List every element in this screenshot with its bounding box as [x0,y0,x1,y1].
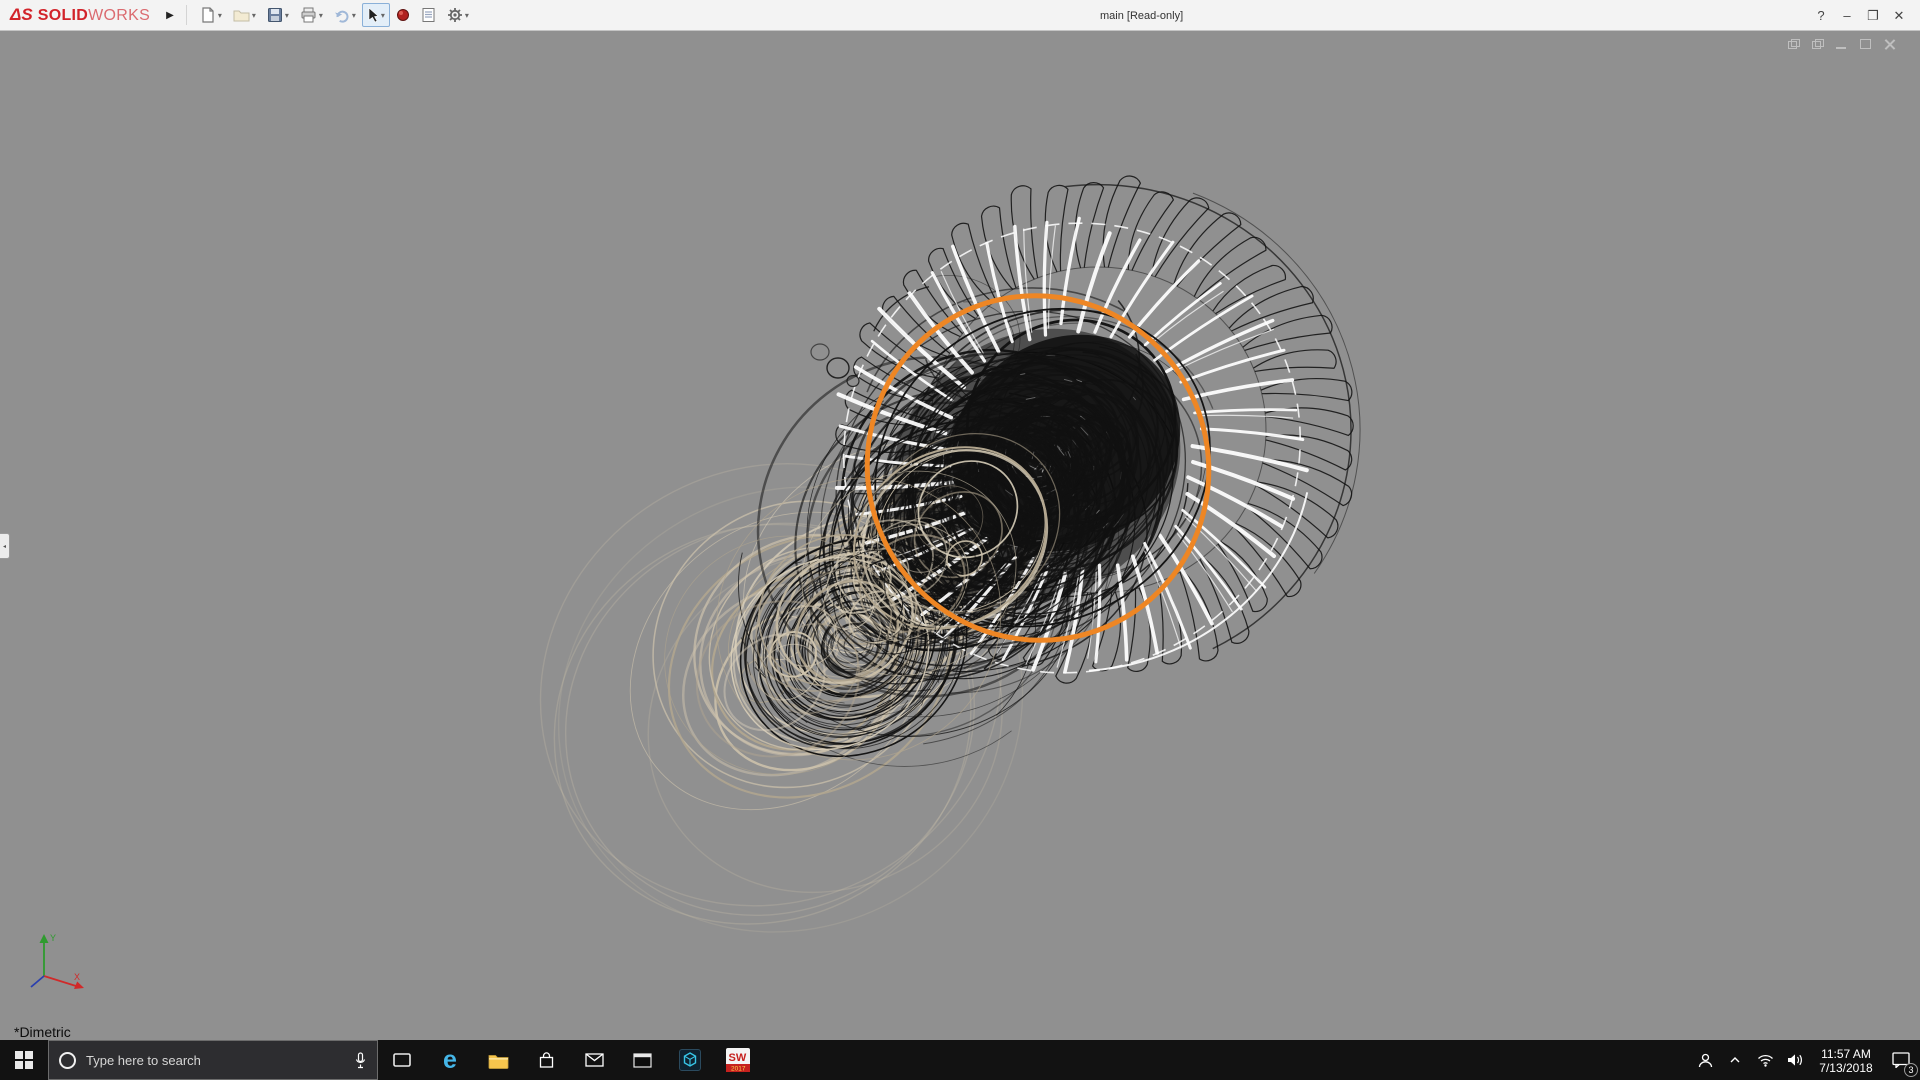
red-sphere-icon [396,9,409,21]
command-prompt-button[interactable] [618,1040,666,1080]
mail-button[interactable] [570,1040,618,1080]
store-icon [539,1051,553,1068]
wifi-icon [1757,1054,1773,1067]
clock-time: 11:57 AM [1821,1046,1871,1061]
taskbar-search[interactable]: Type here to search [48,1040,378,1080]
window-controls: ? – ❐ ✕ [1808,0,1912,31]
cortana-icon [59,1051,76,1069]
print-button[interactable]: ▾ [295,3,328,27]
select-tool-button[interactable]: ▾ [361,3,390,27]
turbine-model-wireframe[interactable] [0,31,1920,1040]
edge-icon: e [443,1045,457,1074]
x-axis-label: X [74,972,80,982]
clock-date: 7/13/2018 [1819,1060,1873,1075]
solidworks-app-icon: SW 2017 [726,1048,750,1072]
solidworks-logo: ΔS SOLIDWORKS [0,5,158,25]
y-axis-label: Y [50,933,56,943]
task-view-icon [393,1053,411,1067]
chevron-up-icon [1730,1057,1740,1063]
svg-text:SW: SW [729,1052,747,1064]
people-icon [1698,1053,1712,1067]
edrawings-3d-icon [679,1049,701,1071]
restore-button[interactable]: ❐ [1860,8,1886,24]
tray-overflow-button[interactable] [1720,1040,1750,1080]
notification-badge: 3 [1904,1063,1918,1077]
people-button[interactable] [1690,1040,1720,1080]
solidworks-window: ΔS SOLIDWORKS ▶ ▾ ▾ ▾ ▾ ▾ ▾ ▾ main [Read… [0,0,1920,1080]
graphics-viewport[interactable]: ◂ Y X *Dimetric [0,31,1920,1040]
options-button[interactable]: ▾ [442,3,474,27]
report-button[interactable] [416,3,441,27]
edrawings-button[interactable] [666,1040,714,1080]
minimize-button[interactable]: – [1834,8,1860,23]
microphone-icon[interactable] [354,1051,367,1069]
select-tool-dropdown[interactable]: ▾ [381,11,385,20]
start-button[interactable] [0,1040,48,1080]
command-prompt-icon [632,1052,652,1068]
report-icon [422,8,435,22]
taskbar-clock[interactable]: 11:57 AM 7/13/2018 [1810,1046,1882,1075]
file-explorer-icon [488,1054,508,1069]
help-button[interactable]: ? [1808,8,1834,23]
z-axis [30,975,45,988]
undo-dropdown[interactable]: ▾ [352,11,356,20]
speaker-icon [1787,1054,1802,1066]
main-toolbar: ▾ ▾ ▾ ▾ ▾ ▾ ▾ [195,3,474,27]
new-document-icon [202,7,214,23]
toolbar-flyout-arrow[interactable]: ▶ [158,10,182,21]
mail-icon [584,1053,604,1067]
toolbar-separator [185,5,187,25]
print-icon [301,7,316,23]
select-arrow-icon [368,7,379,23]
windows-logo-icon [15,1051,33,1069]
system-tray: 11:57 AM 7/13/2018 3 [1690,1040,1920,1080]
open-button[interactable]: ▾ [228,3,261,27]
doc-maximize-icon[interactable] [1860,39,1872,50]
save-icon [267,8,282,22]
view-orientation-label: *Dimetric [14,1024,71,1040]
edge-browser-button[interactable]: e [426,1040,474,1080]
doc-restore-icon[interactable] [1788,39,1800,50]
orientation-triad: Y X [30,933,84,989]
new-document-dropdown[interactable]: ▾ [218,11,222,20]
task-view-button[interactable] [378,1040,426,1080]
titlebar: ΔS SOLIDWORKS ▶ ▾ ▾ ▾ ▾ ▾ ▾ ▾ main [Read… [0,0,1920,31]
appearance-button[interactable] [391,3,415,27]
svg-text:2017: 2017 [731,1066,746,1073]
logo-text-solid: SOLID [37,7,89,24]
doc-close-icon[interactable] [1884,39,1896,50]
file-explorer-button[interactable] [474,1040,522,1080]
new-document-button[interactable]: ▾ [195,3,227,27]
y-axis-arrow [39,934,49,943]
taskbar: Type here to search e SW 2017 11:57 AM 7… [0,1040,1920,1080]
network-button[interactable] [1750,1040,1780,1080]
document-window-controls [1788,39,1896,50]
doc-cascade-icon[interactable] [1812,39,1824,50]
gear-icon [447,8,462,22]
solidworks-app-button[interactable]: SW 2017 [714,1040,762,1080]
document-title: main [Read-only] [1100,9,1184,22]
volume-button[interactable] [1780,1040,1810,1080]
undo-button[interactable]: ▾ [329,3,361,27]
open-folder-icon [233,10,250,22]
panel-collapse-tab[interactable]: ◂ [0,533,10,559]
print-dropdown[interactable]: ▾ [319,11,323,20]
undo-icon [334,10,349,23]
options-dropdown[interactable]: ▾ [465,11,469,20]
logo-text-works: WORKS [88,7,151,24]
open-dropdown[interactable]: ▾ [252,11,256,20]
action-center-button[interactable]: 3 [1882,1040,1920,1080]
doc-minimize-icon[interactable] [1836,39,1848,50]
close-button[interactable]: ✕ [1886,8,1912,24]
dassault-ds-icon: ΔS [10,5,33,24]
store-button[interactable] [522,1040,570,1080]
save-dropdown[interactable]: ▾ [285,11,289,20]
search-placeholder: Type here to search [86,1052,201,1068]
save-button[interactable]: ▾ [262,3,294,27]
